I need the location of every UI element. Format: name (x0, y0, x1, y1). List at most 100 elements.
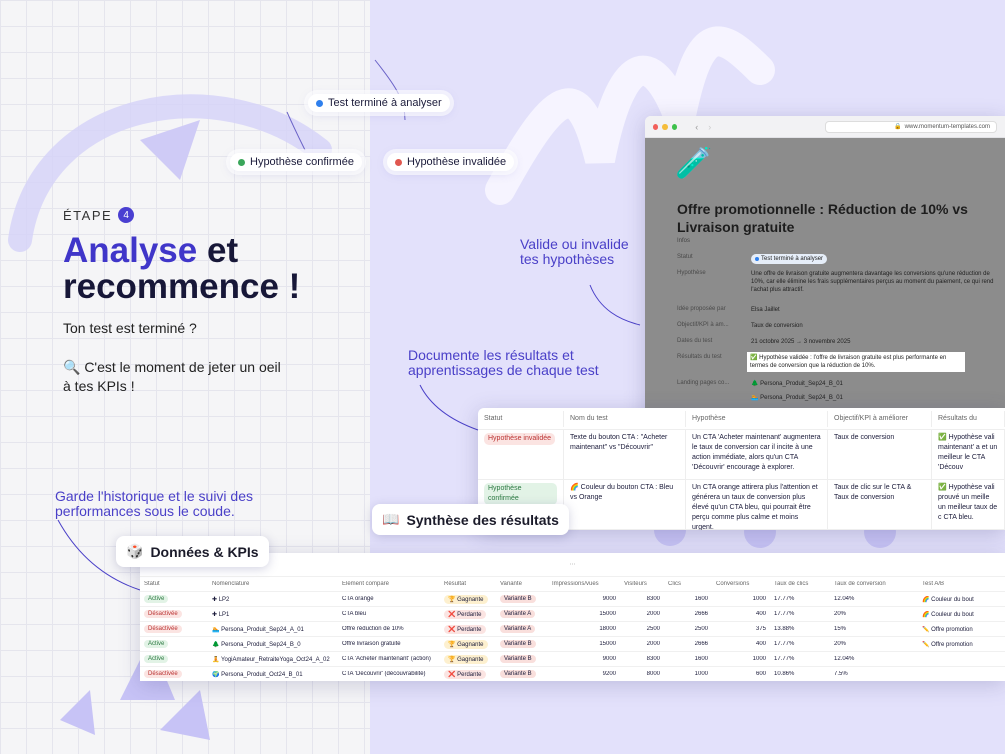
prop-value[interactable]: 🌲 Persona_Produit_Sep24_B_01 (751, 380, 997, 388)
table-cell-wrap: 17.77% (770, 641, 830, 647)
table-cell-wrap: Variante B (496, 595, 548, 603)
table-cell: CTA 'Découvrir' (découvrabilité) (342, 671, 426, 677)
table-cell: 🌲 Persona_Produit_Sep24_B_0 (212, 641, 301, 648)
column-header[interactable]: Test A/B (918, 581, 1005, 587)
table-cell-wrap: 8300 (620, 596, 664, 602)
prop-value[interactable]: Taux de conversion (751, 322, 997, 330)
column-header[interactable]: Taux de conversion (830, 581, 918, 587)
table-cell: 17.77% (774, 656, 795, 662)
pill-hypothese-confirmee: Hypothèse confirmée (230, 153, 362, 171)
table-cell: ✅ Hypothèse vali prouvé un meille un mei… (932, 480, 1005, 529)
stage-label: ÉTAPE 4 (63, 207, 135, 223)
prop-statut: Statut Test terminé à analyser (677, 254, 997, 264)
table-cell: 20% (834, 611, 847, 617)
table-cell: 13.88% (774, 626, 795, 632)
table-row[interactable]: Désactivée 🌍 Persona_Produit_Oct24_B_01 CT… (140, 667, 1005, 681)
prop-landing-2: 🏊 Persona_Produit_Sep24_B_01 (677, 394, 997, 402)
table-cell-wrap: 1600 (664, 656, 712, 662)
prop-value[interactable]: 🏊 Persona_Produit_Sep24_B_01 (751, 394, 997, 402)
table-cell-wrap: 17.77% (770, 596, 830, 602)
table-cell: 400 (755, 641, 766, 647)
table-cell-wrap: 8300 (620, 656, 664, 662)
prop-value[interactable]: Elsa Jaillet (751, 306, 997, 314)
prop-value[interactable]: Une offre de livraison gratuite augmente… (751, 270, 997, 294)
column-header[interactable]: Visiteurs (620, 581, 664, 587)
table-cell-wrap: ✏️ Offre promotion (918, 626, 1005, 633)
table-cell-wrap: 20% (830, 641, 918, 647)
column-header[interactable]: Résultat (440, 581, 496, 587)
results-highlight[interactable]: ✅ Hypothèse validée : l'offre de livrais… (747, 352, 965, 372)
prop-key: Statut (677, 254, 693, 260)
table-cell: CTA orange (342, 596, 374, 602)
table-cell: ✚ LP1 (212, 611, 230, 618)
table-body: Active ✚ LP2 CTA orange 🏆 Gagnante Variante … (140, 592, 1005, 681)
annotation-valid: Valide ou invalide tes hypothèses (520, 236, 629, 267)
status-dot-icon (316, 99, 323, 107)
column-header[interactable]: Impressions/vues (548, 581, 620, 587)
table-row[interactable]: Active 🌲 Persona_Produit_Sep24_B_0 Offre l… (140, 637, 1005, 652)
column-header[interactable]: Hypothèse (686, 410, 828, 427)
infos-toggle[interactable]: Infos (677, 238, 690, 244)
result-badge: 🏆 Gagnante (444, 654, 488, 664)
table-cell: 1600 (694, 596, 708, 602)
column-header[interactable]: Objectif/KPI à améliorer (828, 410, 932, 427)
status-badge: Hypothèse invalidée (484, 433, 556, 445)
maximize-dot-icon[interactable] (671, 123, 678, 130)
table-cell: 15000 (599, 641, 616, 647)
table-row[interactable]: Hypothèse invalidée Texte du bouton CTA … (478, 430, 1005, 480)
column-header[interactable]: Conversions (712, 581, 770, 587)
variant-badge: Variante A (500, 625, 536, 633)
table-cell-wrap: 15% (830, 626, 918, 632)
table-cell-wrap: Variante B (496, 640, 548, 648)
column-header[interactable]: Taux de clics (770, 581, 830, 587)
column-header[interactable]: Élément comparé (338, 581, 440, 587)
back-icon[interactable]: ‹ (695, 122, 698, 132)
column-header[interactable]: Clics (664, 581, 712, 587)
prop-key: Hypothèse (677, 270, 706, 276)
url-bar[interactable]: 🔒 www.momentum-templates.com (825, 120, 998, 133)
drag-handle-icon[interactable]: ⋯ (140, 553, 1005, 577)
minimize-dot-icon[interactable] (662, 123, 668, 130)
prop-landing: Landing pages co... 🌲 Persona_Produit_Se… (677, 380, 997, 388)
status-badge: Test terminé à analyser (761, 256, 824, 262)
status-badge: Active (144, 640, 169, 648)
page-title: Analyse et recommence ! (63, 233, 300, 305)
prop-value[interactable]: 21 octobre 2025 → 3 novembre 2025 (751, 338, 997, 346)
table-cell-wrap: 🏆 Gagnante (440, 654, 496, 664)
column-header[interactable]: Statut (140, 581, 208, 587)
table-cell-wrap: 9000 (548, 656, 620, 662)
column-header[interactable]: Nom du test (564, 410, 686, 427)
table-cell-wrap: 10.86% (770, 671, 830, 677)
column-header[interactable]: Nomenclature (208, 581, 338, 587)
prop-key: Landing pages co... (677, 380, 730, 386)
pill-test-termine: Test terminé à analyser (308, 94, 450, 112)
table-row[interactable]: Désactivée ✚ LP1 CTA bleu ❌ Perdante Variant… (140, 607, 1005, 622)
table-row[interactable]: Active 🧘 YogiAmateur_RetraiteYoga_Oct24_A… (140, 652, 1005, 667)
table-cell-wrap: 400 (712, 611, 770, 617)
table-cell-wrap: CTA 'Acheter maintenant' (action) (338, 656, 440, 662)
table-header: Statut Nom du test Hypothèse Objectif/KP… (478, 408, 1005, 430)
column-header[interactable]: Résultats du (932, 410, 1005, 427)
prop-value[interactable]: Test terminé à analyser (751, 254, 997, 264)
forward-icon[interactable]: › (708, 122, 711, 132)
table-cell: 8000 (646, 671, 660, 677)
table-row[interactable]: Désactivée 🏊 Persona_Produit_Sep24_A_01 Of… (140, 622, 1005, 637)
column-header[interactable]: Variante (496, 581, 548, 587)
prop-hypothese: Hypothèse Une offre de livraison gratuit… (677, 270, 997, 294)
table-row[interactable]: Active ✚ LP2 CTA orange 🏆 Gagnante Variante … (140, 592, 1005, 607)
column-header[interactable]: Statut (478, 410, 564, 427)
table-cell: 1600 (694, 656, 708, 662)
variant-badge: Variante B (500, 670, 536, 678)
table-cell: 17.77% (774, 596, 795, 602)
table-cell-wrap: 20% (830, 611, 918, 617)
annotation-doc: Documente les résultats et apprentissage… (408, 347, 599, 378)
status-badge: Désactivée (144, 625, 182, 633)
tag-label: Données & KPIs (150, 543, 259, 560)
close-dot-icon[interactable] (653, 123, 659, 130)
table-cell-wrap: Offre livraison gratuite (338, 641, 440, 647)
title-rest: et (197, 231, 239, 270)
variant-badge: Variante A (500, 610, 536, 618)
table-cell: 1000 (752, 596, 766, 602)
dice-icon: 🎲 (126, 543, 144, 559)
result-badge: ❌ Perdante (444, 609, 486, 619)
